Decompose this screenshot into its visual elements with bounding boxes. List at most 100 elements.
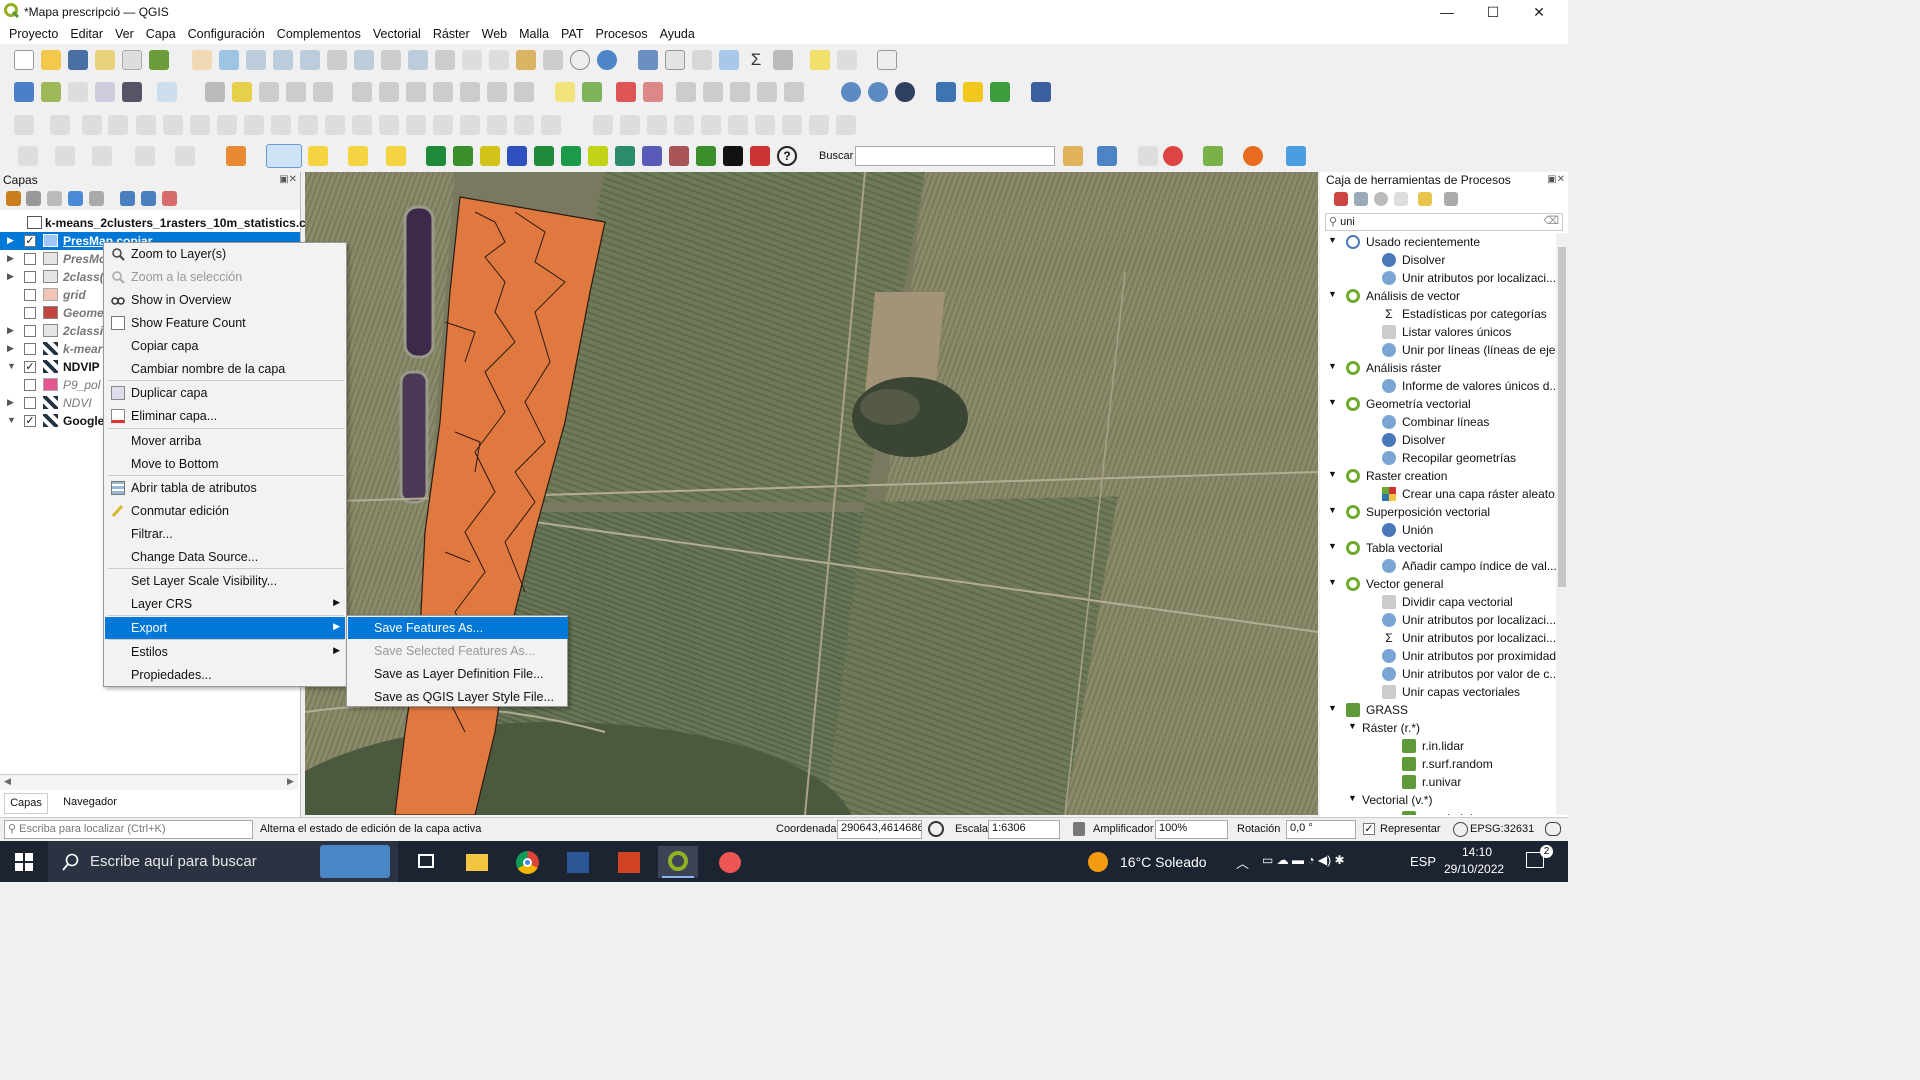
processing-tree-item[interactable]: Unir atributos por proximidad (1320, 647, 1556, 665)
python-console-icon[interactable] (936, 82, 956, 102)
digitize-tool-icon-9[interactable] (244, 115, 264, 135)
identify-icon[interactable] (638, 50, 658, 70)
processing-tree-item[interactable]: r.univar (1320, 773, 1556, 791)
layer-visibility-checkbox[interactable] (24, 271, 36, 283)
powerpoint-icon[interactable] (608, 846, 648, 878)
processing-tree-item[interactable]: Disolver (1320, 431, 1556, 449)
digitize-tool-icon-19[interactable] (514, 115, 534, 135)
label-move-icon[interactable] (676, 82, 696, 102)
processing-tree-item[interactable]: Unir por líneas (líneas de eje) (1320, 341, 1556, 359)
redo-icon[interactable] (514, 82, 534, 102)
refresh-icon[interactable] (597, 50, 617, 70)
agri-tool-icon-11[interactable] (696, 146, 716, 166)
digitize-tool-icon-8[interactable] (217, 115, 237, 135)
messages-icon[interactable] (1545, 822, 1561, 836)
task-view-icon[interactable] (406, 846, 446, 878)
agri-tool-icon-2[interactable] (453, 146, 473, 166)
statistics-sigma-icon[interactable]: Σ (746, 50, 766, 70)
processing-tree-item[interactable]: r.surf.random (1320, 755, 1556, 773)
menu-procesos[interactable]: Procesos (589, 27, 653, 41)
menu-item-export[interactable]: Export ▶ (105, 617, 345, 639)
clear-search-icon[interactable]: ⌫ (1543, 214, 1559, 227)
expand-arrow-icon[interactable]: ▼ (1328, 505, 1337, 515)
expand-arrow-icon[interactable]: ▼ (1328, 577, 1337, 587)
menu-editar[interactable]: Editar (64, 27, 109, 41)
menu-web[interactable]: Web (476, 27, 513, 41)
processing-tree-item[interactable]: ▼ Superposición vectorial (1320, 503, 1556, 521)
processing-tree-item[interactable]: Informe de valores únicos d... (1320, 377, 1556, 395)
locator-search-input[interactable]: ⚲ Escriba para localizar (Ctrl+K) (4, 820, 253, 839)
zoom-out-icon[interactable] (273, 50, 293, 70)
expand-arrow-icon[interactable]: ▶ (7, 253, 14, 264)
menu-item-zoom-to-layer[interactable]: Zoom to Layer(s) (105, 243, 345, 265)
layer-row-kmeans-stats[interactable]: k-means_2clusters_1rasters_10m_statistic… (0, 214, 306, 232)
layer-visibility-checkbox[interactable] (24, 379, 36, 391)
agri-tool-icon-10[interactable] (669, 146, 689, 166)
delete-selected-icon[interactable] (379, 82, 399, 102)
cut-features-icon[interactable] (406, 82, 426, 102)
menu-item-layer-crs[interactable]: Layer CRS ▶ (105, 593, 345, 615)
render-checkbox[interactable]: ✓ (1363, 823, 1375, 835)
cube-plugin-icon[interactable] (1203, 146, 1223, 166)
expand-arrow-icon[interactable]: ▼ (1328, 235, 1337, 245)
agri-tool-icon-4[interactable] (507, 146, 527, 166)
menu-item-save-features-as[interactable]: Save Features As... (348, 617, 568, 639)
menu-item-rename-layer[interactable]: Cambiar nombre de la capa (105, 358, 345, 380)
language-indicator[interactable]: ESP (1410, 854, 1436, 869)
processing-tree-item[interactable]: Unión (1320, 521, 1556, 539)
label-highlight-icon[interactable] (616, 82, 636, 102)
show-hidden-icons-icon[interactable]: ︿ (1236, 853, 1249, 872)
save-project-icon[interactable] (68, 50, 88, 70)
zoom-selection-icon[interactable] (327, 50, 347, 70)
processing-tree-item[interactable]: Recopilar geometrías (1320, 449, 1556, 467)
processing-tree-item[interactable]: Combinar líneas (1320, 413, 1556, 431)
magnifier-spinbox[interactable]: 100% (1155, 820, 1228, 839)
attribute-form-icon[interactable] (18, 146, 38, 166)
digitize-tool-icon-1[interactable] (14, 115, 34, 135)
select-expression-icon[interactable] (386, 146, 406, 166)
digitize-tool-icon-10[interactable] (271, 115, 291, 135)
add-feature-icon[interactable] (286, 82, 306, 102)
minimize-button[interactable]: — (1424, 0, 1470, 24)
web-plugin-icon-3[interactable] (895, 82, 915, 102)
scripts-icon[interactable] (1354, 192, 1368, 206)
processing-tree-item[interactable]: ▼ Vector general (1320, 575, 1556, 593)
menu-ver[interactable]: Ver (109, 27, 140, 41)
align-tool-icon-9[interactable] (809, 115, 829, 135)
agri-tool-icon-7[interactable] (588, 146, 608, 166)
layout-manager-icon[interactable] (122, 50, 142, 70)
field-calculator-icon[interactable] (692, 50, 712, 70)
processing-tree-item[interactable]: ▼ Raster creation (1320, 467, 1556, 485)
layer-visibility-checkbox[interactable] (24, 289, 36, 301)
new-3d-view-icon[interactable] (489, 50, 509, 70)
new-spatialite-icon[interactable] (95, 82, 115, 102)
processing-tree-item[interactable]: Dividir capa vectorial (1320, 593, 1556, 611)
history-icon[interactable] (1374, 192, 1388, 206)
zoom-next-icon[interactable] (435, 50, 455, 70)
layer-visibility-checkbox[interactable]: ✓ (24, 361, 36, 373)
menu-item-duplicate-layer[interactable]: Duplicar capa (105, 382, 345, 404)
horizontal-scrollbar[interactable]: ◀ ▶ (0, 774, 298, 790)
digitize-tool-icon-7[interactable] (190, 115, 210, 135)
expand-arrow-icon[interactable]: ▼ (1328, 703, 1337, 713)
layer-style-icon[interactable] (6, 191, 21, 206)
pie-plugin-icon[interactable] (1243, 146, 1263, 166)
zoom-full-icon[interactable] (300, 50, 320, 70)
digitize-tool-icon-2[interactable] (50, 115, 70, 135)
menu-item-save-selected-features-as[interactable]: Save Selected Features As... (348, 640, 568, 662)
processing-tree-item[interactable]: Crear una capa ráster aleato... (1320, 485, 1556, 503)
agri-tool-icon-5[interactable] (534, 146, 554, 166)
expand-arrow-icon[interactable]: ▶ (7, 397, 14, 408)
measure-icon[interactable] (773, 50, 793, 70)
expand-arrow-icon[interactable]: ▼ (1328, 289, 1337, 299)
processing-tree-item[interactable]: Unir atributos por localizaci... (1320, 611, 1556, 629)
menu-item-toggle-editing[interactable]: Conmutar edición (105, 500, 345, 522)
expand-arrow-icon[interactable]: ▶ (7, 325, 14, 336)
current-edits-icon[interactable] (205, 82, 225, 102)
tab-navegador[interactable]: Navegador (54, 793, 126, 814)
text-annotation-icon[interactable] (877, 50, 897, 70)
agri-tool-icon-9[interactable] (642, 146, 662, 166)
digitize-tool-icon-5[interactable] (136, 115, 156, 135)
web-plugin-icon-2[interactable] (868, 82, 888, 102)
menu-pat[interactable]: PAT (555, 27, 589, 41)
